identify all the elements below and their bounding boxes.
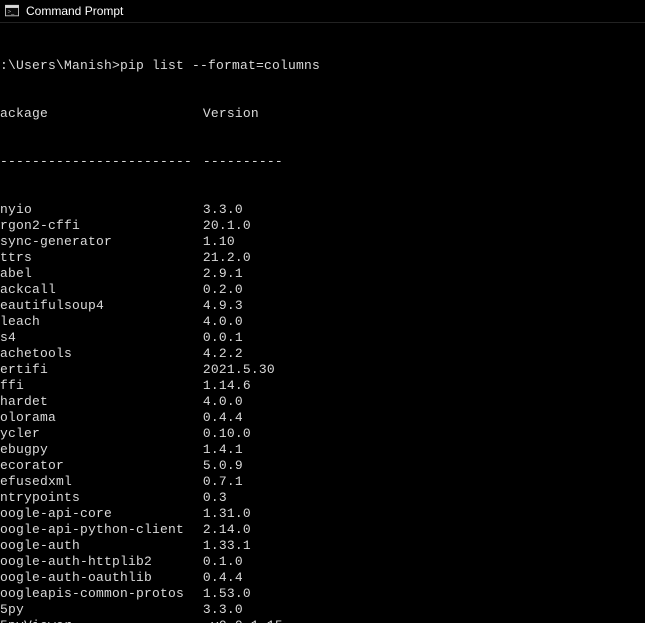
package-version: 1.33.1 — [203, 538, 645, 554]
separator-version: ---------- — [203, 154, 645, 170]
separator-row: ---------------------------------- — [0, 154, 645, 170]
prompt-command: pip list --format=columns — [120, 58, 320, 74]
package-name: sync-generator — [0, 234, 203, 250]
header-package: ackage — [0, 106, 203, 122]
package-name: ntrypoints — [0, 490, 203, 506]
package-row: 5py3.3.0 — [0, 602, 645, 618]
package-row: ecorator5.0.9 — [0, 458, 645, 474]
package-version: 5.0.9 — [203, 458, 645, 474]
package-version: 0.0.1 — [203, 330, 645, 346]
package-row: hardet4.0.0 — [0, 394, 645, 410]
package-version: 1.14.6 — [203, 378, 645, 394]
package-row: abel2.9.1 — [0, 266, 645, 282]
package-row: oogle-api-python-client2.14.0 — [0, 522, 645, 538]
package-version: 3.3.0 — [203, 602, 645, 618]
package-name: 5pyViewer — [0, 618, 203, 623]
window-titlebar[interactable]: >_ Command Prompt — [0, 0, 645, 23]
package-name: ackcall — [0, 282, 203, 298]
svg-text:>_: >_ — [8, 10, 15, 16]
package-row: oogle-api-core1.31.0 — [0, 506, 645, 522]
package-version: 1.4.1 — [203, 442, 645, 458]
package-row: sync-generator1.10 — [0, 234, 645, 250]
package-version: -v0.0.1.15 — [203, 618, 645, 623]
package-name: oogle-auth-httplib2 — [0, 554, 203, 570]
package-name: ycler — [0, 426, 203, 442]
package-row: nyio3.3.0 — [0, 202, 645, 218]
package-version: 21.2.0 — [203, 250, 645, 266]
package-name: 5py — [0, 602, 203, 618]
package-name: ffi — [0, 378, 203, 394]
package-name: hardet — [0, 394, 203, 410]
prompt-path: :\Users\Manish> — [0, 58, 120, 74]
package-version: 4.0.0 — [203, 314, 645, 330]
package-row: rgon2-cffi20.1.0 — [0, 218, 645, 234]
package-row: eautifulsoup44.9.3 — [0, 298, 645, 314]
package-version: 0.4.4 — [203, 410, 645, 426]
package-name: ecorator — [0, 458, 203, 474]
package-row: oogle-auth-oauthlib0.4.4 — [0, 570, 645, 586]
package-row: olorama0.4.4 — [0, 410, 645, 426]
package-name: ttrs — [0, 250, 203, 266]
window-title: Command Prompt — [26, 4, 123, 18]
package-version: 1.53.0 — [203, 586, 645, 602]
package-name: rgon2-cffi — [0, 218, 203, 234]
package-version: 1.10 — [203, 234, 645, 250]
package-name: s4 — [0, 330, 203, 346]
package-name: oogle-auth — [0, 538, 203, 554]
terminal-output[interactable]: :\Users\Manish>pip list --format=columns… — [0, 23, 645, 623]
package-row: ackcall0.2.0 — [0, 282, 645, 298]
package-name: eautifulsoup4 — [0, 298, 203, 314]
package-version: 4.9.3 — [203, 298, 645, 314]
package-version: 0.10.0 — [203, 426, 645, 442]
package-row: ffi1.14.6 — [0, 378, 645, 394]
package-version: 4.2.2 — [203, 346, 645, 362]
package-row: oogle-auth1.33.1 — [0, 538, 645, 554]
package-name: oogle-api-python-client — [0, 522, 203, 538]
package-row: ttrs21.2.0 — [0, 250, 645, 266]
package-row: ebugpy1.4.1 — [0, 442, 645, 458]
package-name: olorama — [0, 410, 203, 426]
package-row: efusedxml0.7.1 — [0, 474, 645, 490]
package-name: oogleapis-common-protos — [0, 586, 203, 602]
package-version: 2.9.1 — [203, 266, 645, 282]
package-row: achetools4.2.2 — [0, 346, 645, 362]
package-version: 0.7.1 — [203, 474, 645, 490]
package-name: oogle-auth-oauthlib — [0, 570, 203, 586]
package-name: achetools — [0, 346, 203, 362]
prompt-line: :\Users\Manish>pip list --format=columns — [0, 58, 645, 74]
package-row: 5pyViewer-v0.0.1.15 — [0, 618, 645, 623]
package-name: nyio — [0, 202, 203, 218]
package-row: s40.0.1 — [0, 330, 645, 346]
package-name: ertifi — [0, 362, 203, 378]
package-row: oogle-auth-httplib20.1.0 — [0, 554, 645, 570]
header-row: ackageVersion — [0, 106, 645, 122]
package-name: oogle-api-core — [0, 506, 203, 522]
package-version: 0.1.0 — [203, 554, 645, 570]
cmd-icon: >_ — [4, 3, 20, 19]
package-row: leach4.0.0 — [0, 314, 645, 330]
package-name: ebugpy — [0, 442, 203, 458]
package-version: 3.3.0 — [203, 202, 645, 218]
package-row: ntrypoints0.3 — [0, 490, 645, 506]
package-version: 0.2.0 — [203, 282, 645, 298]
header-version: Version — [203, 106, 645, 122]
package-version: 0.4.4 — [203, 570, 645, 586]
package-version: 2021.5.30 — [203, 362, 645, 378]
package-version: 0.3 — [203, 490, 645, 506]
package-version: 20.1.0 — [203, 218, 645, 234]
package-name: efusedxml — [0, 474, 203, 490]
package-name: leach — [0, 314, 203, 330]
package-row: ertifi2021.5.30 — [0, 362, 645, 378]
separator-package: ------------------------ — [0, 154, 203, 170]
package-row: oogleapis-common-protos1.53.0 — [0, 586, 645, 602]
package-row: ycler0.10.0 — [0, 426, 645, 442]
package-version: 1.31.0 — [203, 506, 645, 522]
package-version: 2.14.0 — [203, 522, 645, 538]
package-version: 4.0.0 — [203, 394, 645, 410]
package-name: abel — [0, 266, 203, 282]
